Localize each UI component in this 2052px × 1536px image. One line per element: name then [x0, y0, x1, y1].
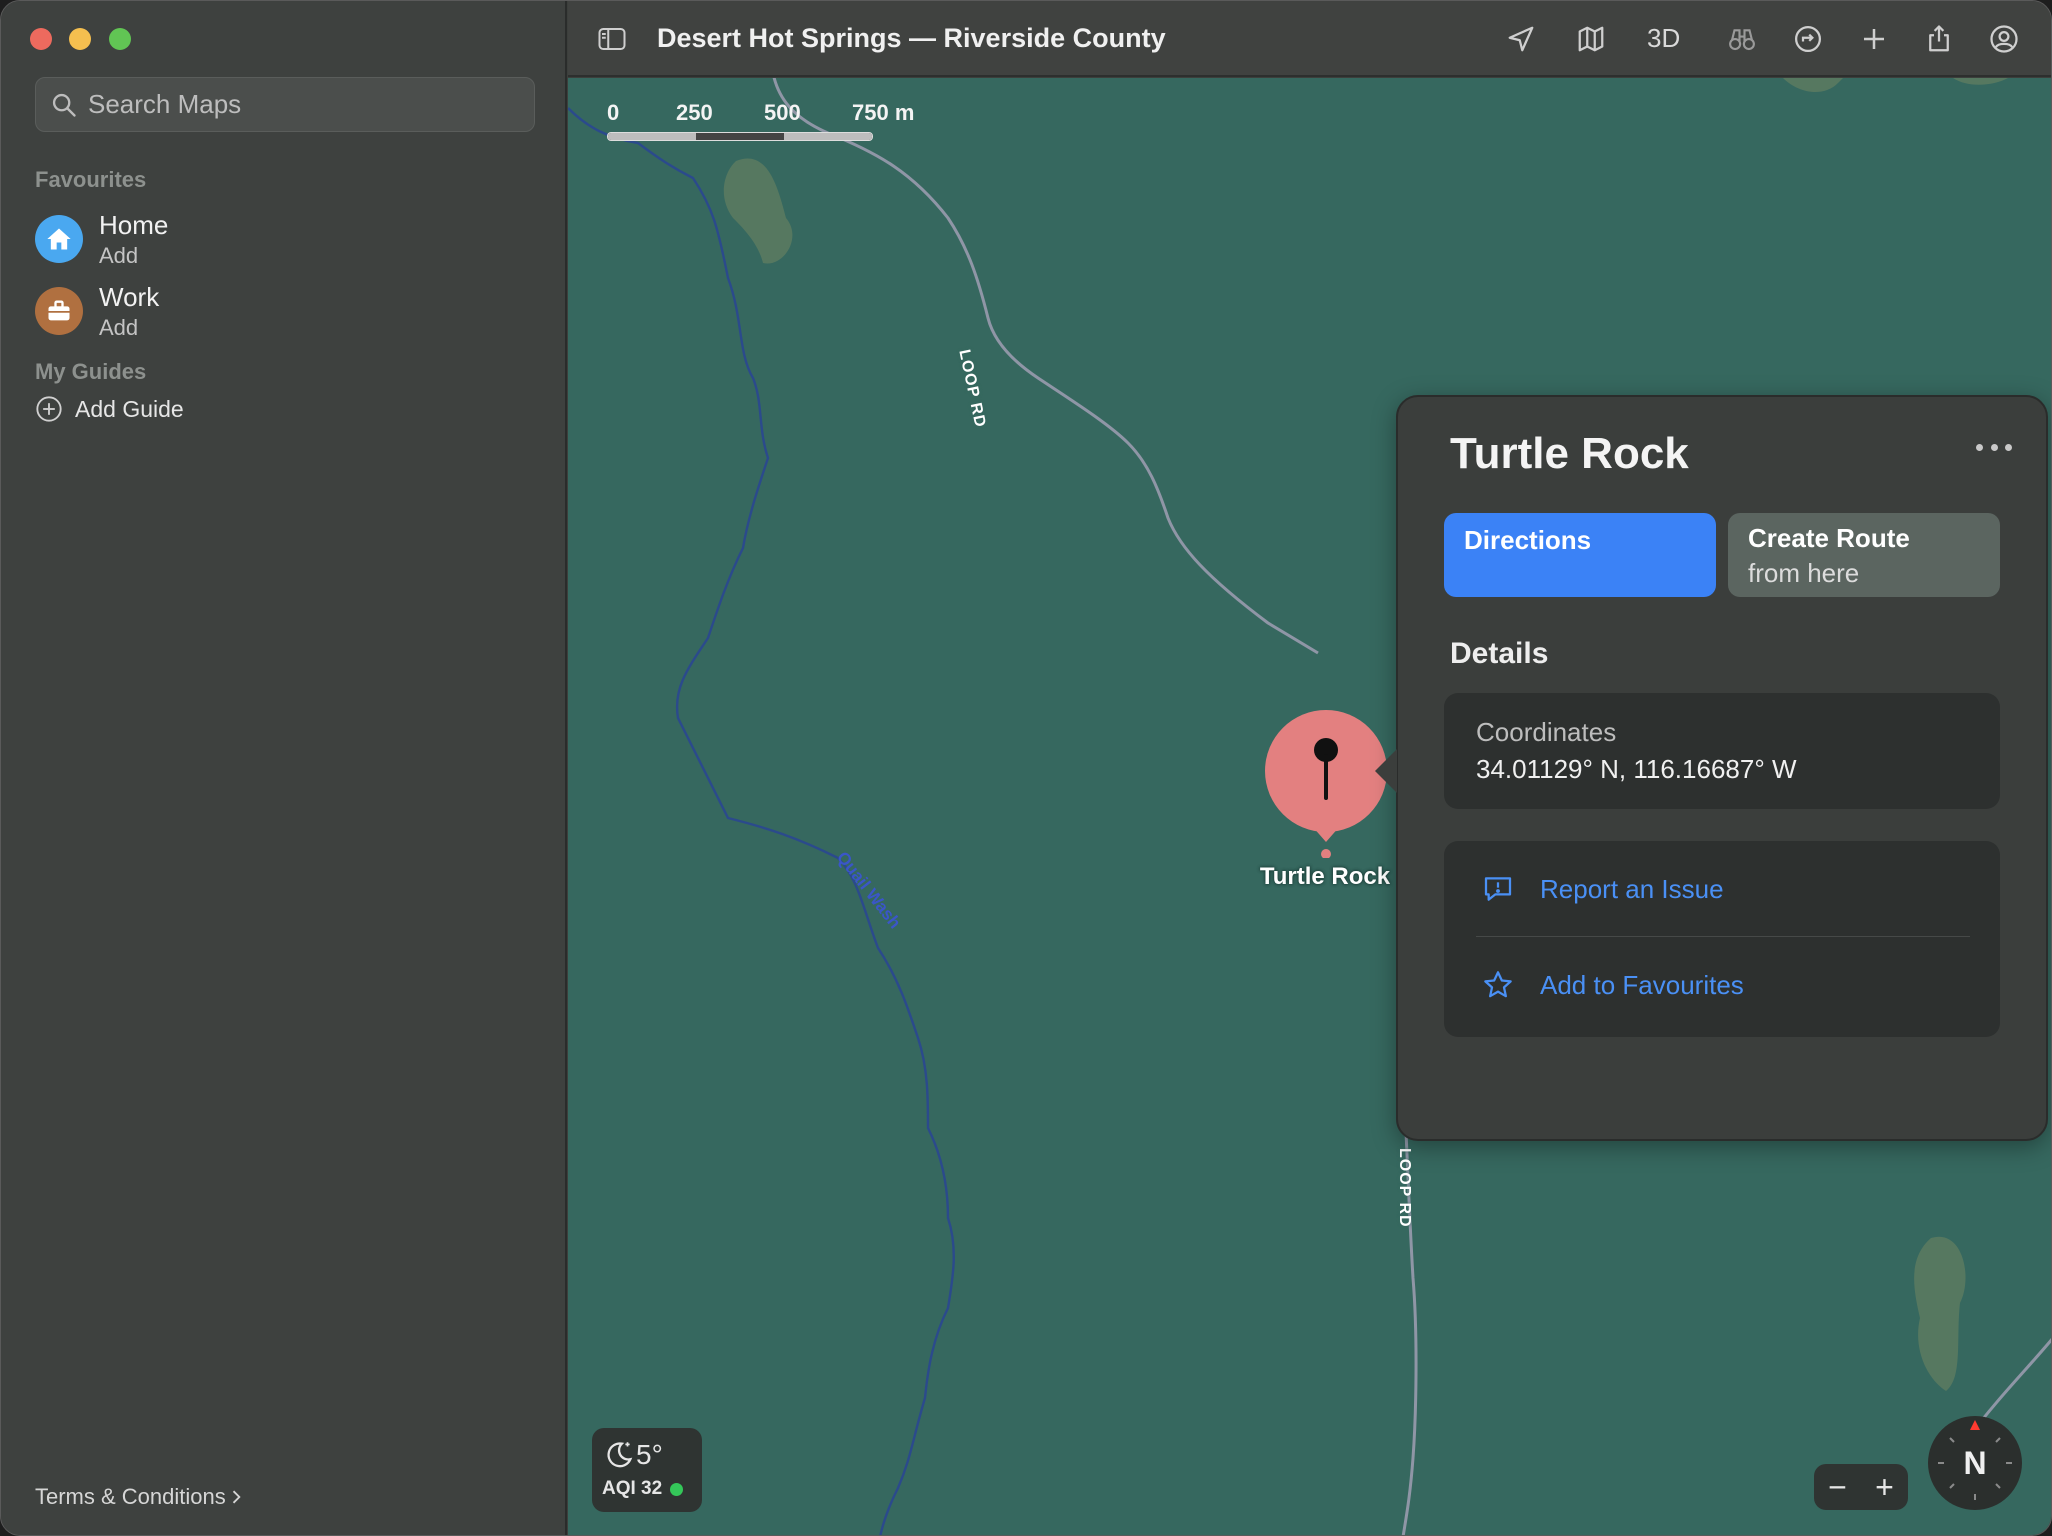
zoom-window-button[interactable] — [109, 28, 131, 50]
scale-label: 750 m — [852, 100, 915, 125]
popover-arrow — [1375, 749, 1397, 793]
house-icon — [35, 215, 83, 263]
sidebar-icon[interactable] — [596, 23, 628, 55]
vegetation-patch — [1953, 78, 2008, 85]
create-route-label: Create Route — [1748, 523, 1910, 553]
more-options-icon[interactable] — [1976, 441, 2012, 453]
scale-bar-track — [607, 132, 873, 141]
terms-link[interactable]: Terms & Conditions — [35, 1484, 246, 1510]
vegetation-patch — [723, 158, 793, 264]
temperature: 5° — [636, 1439, 663, 1470]
plus-circle-icon — [36, 396, 62, 422]
3d-toggle-button[interactable]: 3D — [1647, 23, 1680, 54]
coordinates-card[interactable]: Coordinates 34.01129° N, 116.16687° W — [1444, 693, 2000, 809]
add-favourites-label: Add to Favourites — [1540, 969, 1744, 1000]
share-icon[interactable] — [1923, 23, 1955, 55]
account-icon[interactable] — [1988, 23, 2020, 55]
window-title: Desert Hot Springs — Riverside County — [657, 23, 1166, 53]
road-label: LOOP RD — [1396, 1148, 1413, 1228]
actions-card: Report an Issue Add to Favourites — [1444, 841, 2000, 1037]
create-route-button[interactable]: Create Route from here — [1728, 513, 2000, 597]
terms-label: Terms & Conditions — [35, 1484, 226, 1509]
weather-widget[interactable]: 5° AQI 32 — [592, 1428, 702, 1512]
plus-icon[interactable] — [1858, 23, 1890, 55]
zoom-control: − + — [1814, 1464, 1908, 1510]
sidebar: Favourites Home Add Work Add My Guides A… — [1, 1, 567, 1535]
pin-label: Turtle Rock — [1259, 863, 1391, 890]
minimize-window-button[interactable] — [69, 28, 91, 50]
star-icon — [1484, 971, 1512, 998]
quail-wash-stream — [568, 107, 955, 1535]
toolbar: Desert Hot Springs — Riverside County 3D — [568, 1, 2051, 77]
vegetation-patch — [1914, 1236, 1966, 1391]
my-guides-heading: My Guides — [35, 359, 147, 384]
scale-label: 0 — [607, 100, 620, 125]
search-input[interactable] — [88, 89, 508, 120]
favourite-work[interactable]: Work Add — [35, 280, 535, 342]
report-issue-icon — [1484, 877, 1512, 901]
binoculars-icon[interactable] — [1726, 23, 1758, 55]
coordinates-label: Coordinates — [1476, 717, 1617, 747]
scale-label: 500 — [764, 100, 801, 125]
aqi-value: AQI 32 — [602, 1478, 663, 1499]
place-card: Turtle Rock Directions Create Route from… — [1375, 395, 2048, 1141]
loop-rd-road — [772, 78, 1319, 655]
chevron-right-icon — [232, 1490, 241, 1504]
rotate-icon[interactable] — [1792, 23, 1824, 55]
zoom-out-button[interactable]: − — [1828, 1469, 1847, 1506]
briefcase-icon — [35, 287, 83, 335]
map-icon[interactable] — [1575, 23, 1607, 55]
search-field[interactable] — [35, 77, 535, 132]
add-to-favourites-button[interactable]: Add to Favourites — [1444, 937, 2000, 1033]
vegetation-patch — [1783, 78, 1843, 93]
add-guide-label: Add Guide — [75, 395, 184, 422]
search-icon — [52, 93, 76, 117]
favourite-subtitle: Add — [99, 314, 139, 340]
coordinates-value: 34.01129° N, 116.16687° W — [1476, 754, 1797, 784]
moon-stars-icon — [607, 1442, 633, 1468]
add-guide-button[interactable]: Add Guide — [35, 395, 184, 423]
compass-north-label: N — [1963, 1444, 1987, 1481]
place-title: Turtle Rock — [1450, 429, 1689, 478]
location-arrow-icon[interactable] — [1505, 23, 1537, 55]
zoom-in-button[interactable]: + — [1875, 1469, 1894, 1506]
maps-window: Favourites Home Add Work Add My Guides A… — [0, 0, 2052, 1536]
close-window-button[interactable] — [30, 28, 52, 50]
favourites-heading: Favourites — [35, 167, 147, 192]
details-heading: Details — [1450, 637, 1549, 670]
report-issue-button[interactable]: Report an Issue — [1444, 841, 2000, 937]
compass-button[interactable]: N — [1928, 1416, 2022, 1510]
directions-button[interactable]: Directions — [1444, 513, 1716, 597]
scale-label: 250 — [676, 100, 713, 125]
favourite-subtitle: Add — [99, 242, 139, 268]
favourite-title: Home — [99, 209, 169, 240]
favourite-title: Work — [99, 281, 160, 312]
create-route-sublabel: from here — [1748, 558, 1860, 588]
aqi-status-dot — [670, 1482, 684, 1496]
report-issue-label: Report an Issue — [1540, 873, 1724, 904]
favourite-home[interactable]: Home Add — [35, 208, 535, 270]
map-view[interactable]: LOOP RD LOOP RD Quail Wash 0 250 500 750… — [568, 78, 2051, 1535]
